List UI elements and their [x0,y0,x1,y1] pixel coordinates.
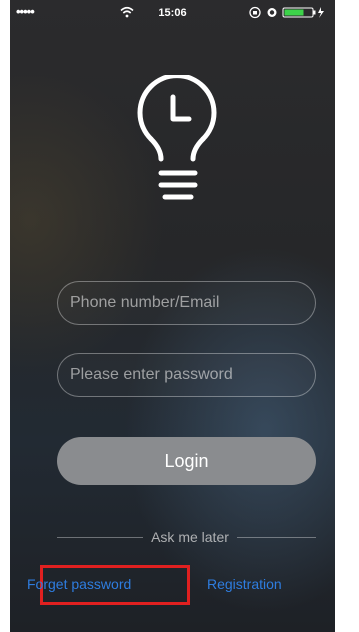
password-input[interactable] [70,354,300,396]
system-icons [249,6,324,19]
phone-email-field[interactable] [57,281,316,325]
lock-rotation-icon [249,6,261,19]
status-bar: ••••• 15:06 [10,0,335,26]
divider-right [237,537,316,538]
bulb-clock-logo-icon [137,75,217,200]
divider-left [57,537,143,538]
forget-password-link[interactable]: Forget password [27,576,177,592]
battery-icon [282,7,316,18]
alarm-icon [267,8,277,17]
login-screen: ••••• 15:06 Phone number/Email Login Ask… [10,0,335,632]
registration-link[interactable]: Registration [207,576,307,592]
ask-me-later-link[interactable]: Ask me later [143,529,237,545]
login-button[interactable]: Login [57,437,316,485]
charging-icon [318,7,324,18]
phone-email-input[interactable] [70,282,300,324]
password-field[interactable] [57,353,316,397]
